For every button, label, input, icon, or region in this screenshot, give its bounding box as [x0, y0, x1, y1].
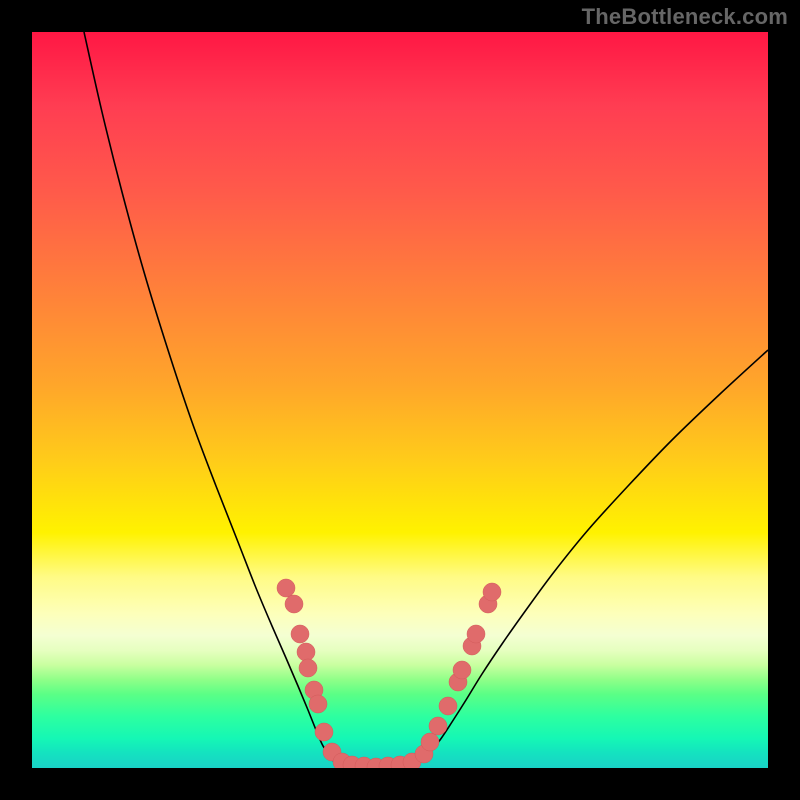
highlight-dot: [297, 643, 315, 661]
highlight-dot: [309, 695, 327, 713]
highlight-dot: [429, 717, 447, 735]
highlight-dot: [439, 697, 457, 715]
highlight-dots: [277, 579, 501, 768]
watermark-text: TheBottleneck.com: [582, 4, 788, 30]
chart-frame: TheBottleneck.com: [0, 0, 800, 800]
highlight-dot: [277, 579, 295, 597]
highlight-dot: [467, 625, 485, 643]
highlight-dot: [453, 661, 471, 679]
highlight-dot: [421, 733, 439, 751]
curve-svg: [32, 32, 768, 768]
highlight-dot: [291, 625, 309, 643]
highlight-dot: [299, 659, 317, 677]
highlight-dot: [285, 595, 303, 613]
plot-area: [32, 32, 768, 768]
highlight-dot: [315, 723, 333, 741]
highlight-dot: [483, 583, 501, 601]
bottleneck-curve: [84, 32, 768, 767]
